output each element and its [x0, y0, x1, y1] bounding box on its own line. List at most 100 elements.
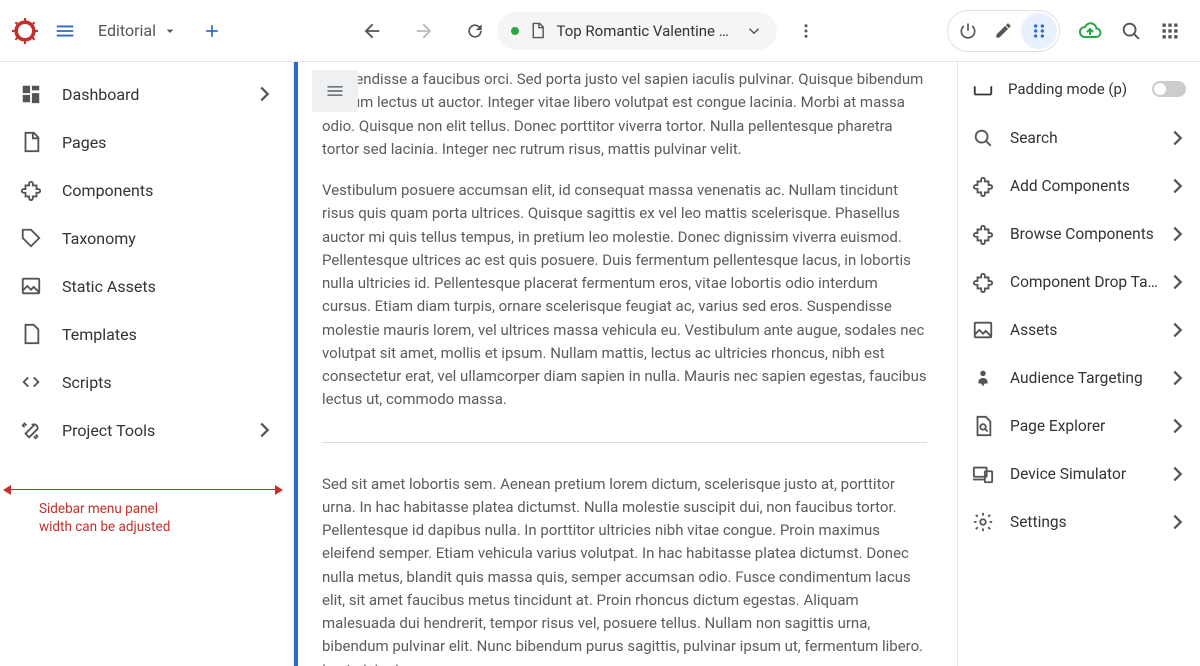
panel-item-device-simulator[interactable]: Device Simulator — [958, 450, 1200, 498]
panel-item-label: Assets — [1010, 321, 1186, 339]
panel-item-audience-targeting[interactable]: Audience Targeting — [958, 354, 1200, 402]
dashboard-icon — [20, 83, 42, 105]
page-url-bar[interactable]: Top Romantic Valentine Mo… — [497, 12, 777, 50]
sidebar-item-label: Templates — [62, 325, 137, 344]
content-paragraph: Sed sit amet lobortis sem. Aenean pretiu… — [322, 473, 927, 666]
publish-button[interactable] — [1070, 11, 1110, 51]
topbar: Editorial Top Romantic Valentine Mo… — [0, 0, 1200, 62]
power-icon — [958, 21, 978, 41]
chevron-right-icon — [1166, 511, 1188, 533]
sidebar-item-taxonomy[interactable]: Taxonomy — [0, 214, 293, 262]
hamburger-icon — [325, 81, 345, 101]
workspace-selector[interactable]: Editorial — [92, 17, 184, 44]
edit-button[interactable] — [986, 13, 1021, 48]
padding-icon — [972, 78, 994, 100]
apps-grid-icon — [1160, 21, 1180, 41]
drag-grid-icon — [1029, 21, 1049, 41]
more-vertical-icon — [797, 22, 815, 40]
panel-item-page-explorer[interactable]: Page Explorer — [958, 402, 1200, 450]
nav-back-button[interactable] — [355, 14, 389, 48]
content-paragraph: Suspendisse a faucibus orci. Sed porta j… — [322, 68, 927, 161]
sidebar-item-project-tools[interactable]: Project Tools — [0, 406, 293, 454]
tools-icon — [20, 419, 42, 441]
chevron-right-icon — [1166, 319, 1188, 341]
main: Dashboard Pages Components Taxonomy Stat… — [0, 62, 1200, 666]
annotation-arrow-icon — [3, 486, 283, 494]
nav-forward-button[interactable] — [407, 14, 441, 48]
app-logo-icon — [12, 18, 38, 44]
power-button[interactable] — [950, 13, 986, 49]
sidebar-item-pages[interactable]: Pages — [0, 118, 293, 166]
arrow-left-icon — [361, 20, 383, 42]
page-icon — [20, 131, 42, 153]
chevron-right-icon — [1166, 127, 1188, 149]
padding-mode-label: Padding mode (p) — [1008, 80, 1138, 98]
preview-menu-button[interactable] — [312, 70, 358, 112]
panel-item-browse-components[interactable]: Browse Components — [958, 210, 1200, 258]
chevron-right-icon — [1166, 463, 1188, 485]
sidebar: Dashboard Pages Components Taxonomy Stat… — [0, 62, 294, 666]
sidebar-item-label: Components — [62, 181, 153, 200]
sidebar-item-label: Pages — [62, 133, 106, 152]
sidebar-item-scripts[interactable]: Scripts — [0, 358, 293, 406]
padding-mode-toggle[interactable] — [1152, 81, 1186, 97]
panel-item-label: Settings — [1010, 513, 1186, 531]
search-icon — [972, 127, 994, 149]
main-menu-button[interactable] — [48, 14, 82, 48]
search-button[interactable] — [1112, 12, 1150, 50]
new-button[interactable] — [194, 19, 230, 43]
status-dot-icon — [511, 27, 519, 35]
page-search-icon — [972, 415, 994, 437]
panel-item-component-drop-targets[interactable]: Component Drop Ta… — [958, 258, 1200, 306]
panel-item-label: Add Components — [1010, 177, 1186, 195]
panel-item-label: Device Simulator — [1010, 465, 1186, 483]
puzzle-icon — [972, 223, 994, 245]
panel-item-label: Page Explorer — [1010, 417, 1186, 435]
sidebar-item-label: Project Tools — [62, 421, 155, 440]
content-wrap: Suspendisse a faucibus orci. Sed porta j… — [298, 62, 957, 666]
more-button[interactable] — [791, 16, 821, 46]
annotation-text: Sidebar menu panel — [39, 501, 158, 517]
workspace-label: Editorial — [98, 21, 156, 40]
padding-mode-row: Padding mode (p) — [958, 70, 1200, 114]
content-scroll[interactable]: Suspendisse a faucibus orci. Sed porta j… — [298, 62, 957, 666]
person-target-icon — [972, 367, 994, 389]
pencil-icon — [994, 21, 1013, 40]
search-icon — [1120, 20, 1142, 42]
sidebar-item-label: Dashboard — [62, 85, 139, 104]
sidebar-item-static-assets[interactable]: Static Assets — [0, 262, 293, 310]
panel-item-add-components[interactable]: Add Components — [958, 162, 1200, 210]
code-icon — [20, 371, 42, 393]
chevron-right-icon — [253, 83, 275, 105]
hamburger-icon — [54, 20, 76, 42]
gear-icon — [972, 511, 994, 533]
topbar-left: Editorial — [12, 14, 230, 48]
panel-item-label: Search — [1010, 129, 1186, 147]
annotation: Sidebar menu panel width can be adjusted — [3, 486, 283, 536]
move-button[interactable] — [1021, 13, 1057, 49]
sidebar-item-components[interactable]: Components — [0, 166, 293, 214]
topbar-right — [947, 10, 1188, 52]
refresh-icon — [465, 21, 485, 41]
chevron-right-icon — [1166, 271, 1188, 293]
chevron-right-icon — [1166, 415, 1188, 437]
panel-item-label: Browse Components — [1010, 225, 1186, 243]
content-area: Suspendisse a faucibus orci. Sed porta j… — [294, 62, 957, 666]
arrow-right-icon — [413, 20, 435, 42]
panel-item-search[interactable]: Search — [958, 114, 1200, 162]
image-icon — [972, 319, 994, 341]
panel-item-settings[interactable]: Settings — [958, 498, 1200, 546]
apps-button[interactable] — [1152, 13, 1188, 49]
cloud-upload-icon — [1078, 19, 1102, 43]
nav-refresh-button[interactable] — [459, 15, 491, 47]
page-icon — [529, 22, 546, 39]
panel-item-label: Audience Targeting — [1010, 369, 1186, 387]
sidebar-item-templates[interactable]: Templates — [0, 310, 293, 358]
chevron-right-icon — [1166, 223, 1188, 245]
chevron-right-icon — [1166, 367, 1188, 389]
content-paragraph: Vestibulum posuere accumsan elit, id con… — [322, 179, 927, 412]
panel-item-assets[interactable]: Assets — [958, 306, 1200, 354]
page-title: Top Romantic Valentine Mo… — [556, 22, 735, 40]
devices-icon — [972, 463, 994, 485]
sidebar-item-dashboard[interactable]: Dashboard — [0, 70, 293, 118]
